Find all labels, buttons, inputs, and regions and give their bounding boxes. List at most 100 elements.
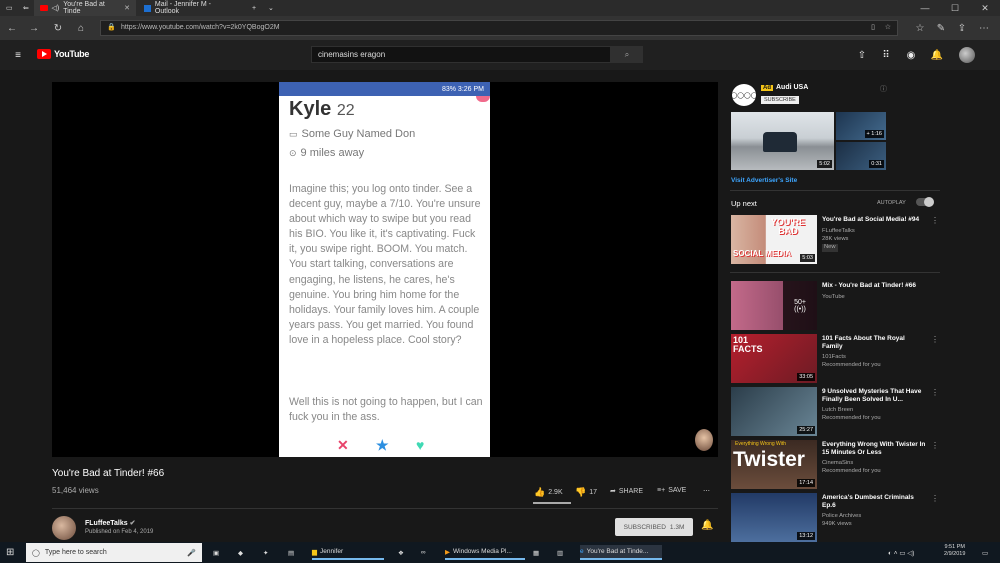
- channel-name[interactable]: FLuffeeTalks ✔: [85, 519, 135, 527]
- ad-thumbnail-bottom[interactable]: 0:31: [836, 142, 886, 170]
- share-button[interactable]: ➦ SHARE: [610, 487, 643, 496]
- item-menu-icon[interactable]: ⋮: [931, 441, 939, 450]
- autoplay-toggle[interactable]: [916, 197, 934, 207]
- taskbar-item-label: You're Bad at Tinde...: [586, 548, 649, 555]
- new-tab-button[interactable]: +: [246, 0, 262, 16]
- divider: [730, 272, 940, 273]
- reading-view-icon[interactable]: ▯: [871, 21, 875, 35]
- up-next-thumbnail[interactable]: 13:12: [731, 493, 817, 542]
- profile-name: Kyle 22: [289, 98, 355, 121]
- close-window-icon[interactable]: ✕: [970, 0, 1000, 16]
- up-next-thumbnail[interactable]: Everything Wrong With Twister 17:14: [731, 440, 817, 489]
- subscribed-label: SUBSCRIBED: [623, 523, 666, 531]
- apps-grid-icon[interactable]: ⠿: [879, 48, 893, 62]
- ad-badge: Ad: [761, 84, 773, 91]
- up-next-channel: Lutch Breen: [822, 407, 854, 413]
- dislike-button[interactable]: 👎 17: [575, 487, 597, 498]
- search-icon: ⌕: [624, 49, 630, 59]
- messages-icon[interactable]: ◉: [904, 48, 918, 62]
- up-next-title[interactable]: Everything Wrong With Twister In 15 Minu…: [822, 441, 926, 457]
- up-next-title[interactable]: 9 Unsolved Mysteries That Have Finally B…: [822, 388, 926, 404]
- tab-back-icon[interactable]: ⇐: [17, 0, 32, 16]
- more-icon[interactable]: ⋯: [976, 20, 992, 36]
- favorites-icon[interactable]: ☆: [912, 20, 928, 36]
- save-button[interactable]: ≡+ SAVE: [657, 487, 686, 494]
- subscribed-button[interactable]: SUBSCRIBED 1.3M: [615, 518, 693, 536]
- app-icon[interactable]: ∞: [421, 545, 426, 560]
- up-next-thumbnail[interactable]: 101 FACTS 33:05: [731, 334, 817, 383]
- up-next-title[interactable]: 101 Facts About The Royal Family: [822, 335, 926, 351]
- more-actions-icon[interactable]: ⋯: [703, 487, 710, 495]
- hamburger-menu-icon[interactable]: ≡: [11, 48, 25, 62]
- pen-icon[interactable]: ✎: [933, 20, 949, 36]
- ad-channel-name[interactable]: Audi USA: [776, 84, 808, 91]
- video-duration: 13:12: [797, 532, 815, 540]
- home-icon[interactable]: ⌂: [73, 20, 89, 36]
- notification-bell-icon[interactable]: 🔔: [701, 520, 713, 531]
- taskbar-search-box[interactable]: ◯ Type here to search 🎤: [26, 543, 202, 562]
- taskbar-item-media-player[interactable]: ▶ Windows Media Pl...: [445, 545, 525, 560]
- favorite-star-icon[interactable]: ☆: [885, 21, 891, 35]
- tab-outlook[interactable]: Mail - Jennifer M - Outlook: [138, 0, 242, 16]
- like-button[interactable]: 👍 2.9K: [534, 487, 563, 498]
- visit-advertiser-link[interactable]: Visit Advertiser's Site: [731, 177, 797, 184]
- close-tab-icon[interactable]: ✕: [124, 4, 130, 12]
- app-icon[interactable]: ◆: [238, 545, 243, 560]
- ad-main-thumbnail[interactable]: 5:02: [731, 112, 834, 170]
- video-duration: 25:27: [797, 426, 815, 434]
- taskbar-clock[interactable]: 9:51 PM 2/9/2019: [944, 544, 965, 559]
- channel-watermark[interactable]: [695, 429, 713, 451]
- app-icon[interactable]: ▥: [557, 545, 563, 560]
- video-player[interactable]: 83% 3:26 PM Kyle 22 ▭ Some Guy Named Don…: [52, 82, 718, 457]
- app-icon[interactable]: ▤: [288, 545, 294, 560]
- url-field[interactable]: 🔒 https://www.youtube.com/watch?v=2k0YQB…: [100, 20, 898, 36]
- ad-info-icon[interactable]: ⓘ: [880, 84, 887, 94]
- system-tray-icons[interactable]: ◐ ˄ ▭ ◁): [888, 545, 914, 560]
- mix-thumbnail[interactable]: 50+ ((•)): [731, 281, 817, 330]
- item-menu-icon[interactable]: ⋮: [931, 494, 939, 503]
- task-view-icon[interactable]: ▣: [213, 545, 219, 560]
- refresh-icon[interactable]: ↻: [50, 20, 66, 36]
- taskbar-item-edge[interactable]: e You're Bad at Tinde...: [580, 545, 662, 560]
- dropbox-icon[interactable]: ❖: [398, 545, 404, 560]
- thumbs-down-icon: 👎: [575, 487, 587, 497]
- up-next-title[interactable]: You're Bad at Social Media! #94: [822, 216, 926, 224]
- maximize-icon[interactable]: ☐: [940, 0, 970, 16]
- upload-icon[interactable]: ⇧: [855, 48, 869, 62]
- tab-preview-icon[interactable]: ▭: [0, 0, 16, 16]
- new-badge: New: [822, 244, 838, 252]
- mix-title[interactable]: Mix - You're Bad at Tinder! #66: [822, 282, 926, 290]
- taskbar-item-jennifer[interactable]: ▆ Jennifer: [312, 545, 384, 560]
- search-input[interactable]: cinemasins eragon: [311, 46, 611, 63]
- app-icon[interactable]: ▦: [533, 545, 539, 560]
- audi-logo-icon[interactable]: ◯◯◯◯: [731, 84, 757, 106]
- tab-youtube[interactable]: ◁) You're Bad at Tinde ✕: [34, 0, 136, 16]
- ad-subscribe-button[interactable]: SUBSCRIBE: [761, 96, 799, 104]
- minimize-icon[interactable]: —: [910, 0, 940, 16]
- up-next-title[interactable]: America's Dumbest Criminals Ep.6: [822, 494, 926, 510]
- tab-list-icon[interactable]: ⌄: [262, 0, 280, 16]
- up-next-thumbnail[interactable]: YOU'RE BAD SOCIAL MEDIA 5:03: [731, 215, 817, 264]
- item-menu-icon[interactable]: ⋮: [931, 335, 939, 344]
- up-next-thumbnail[interactable]: 25:27: [731, 387, 817, 436]
- thumbs-up-icon: 👍: [534, 487, 546, 497]
- search-button[interactable]: ⌕: [611, 46, 643, 63]
- forward-arrow-icon[interactable]: →: [26, 20, 42, 36]
- share-icon[interactable]: ⇪: [954, 20, 970, 36]
- up-next-heading: Up next: [731, 199, 757, 208]
- account-avatar[interactable]: [959, 47, 975, 63]
- ad-top-duration: + 1:16: [864, 130, 884, 138]
- mix-radio-icon: ((•)): [794, 305, 806, 313]
- youtube-logo[interactable]: YouTube: [37, 49, 89, 59]
- app-icon[interactable]: ✦: [263, 545, 268, 560]
- notifications-bell-icon[interactable]: 🔔: [930, 48, 944, 62]
- ad-thumbnail-top[interactable]: + 1:16: [836, 112, 886, 140]
- sidebar: ◯◯◯◯ Ad Audi USA SUBSCRIBE ⓘ 5:02 + 1:16…: [730, 82, 940, 542]
- channel-avatar[interactable]: [52, 516, 76, 540]
- item-menu-icon[interactable]: ⋮: [931, 388, 939, 397]
- notifications-icon[interactable]: ▭: [982, 545, 988, 560]
- back-arrow-icon[interactable]: ←: [4, 20, 20, 36]
- windows-start-icon[interactable]: ⊞: [6, 545, 14, 560]
- ad-bottom-duration: 0:31: [869, 160, 884, 168]
- item-menu-icon[interactable]: ⋮: [931, 216, 939, 225]
